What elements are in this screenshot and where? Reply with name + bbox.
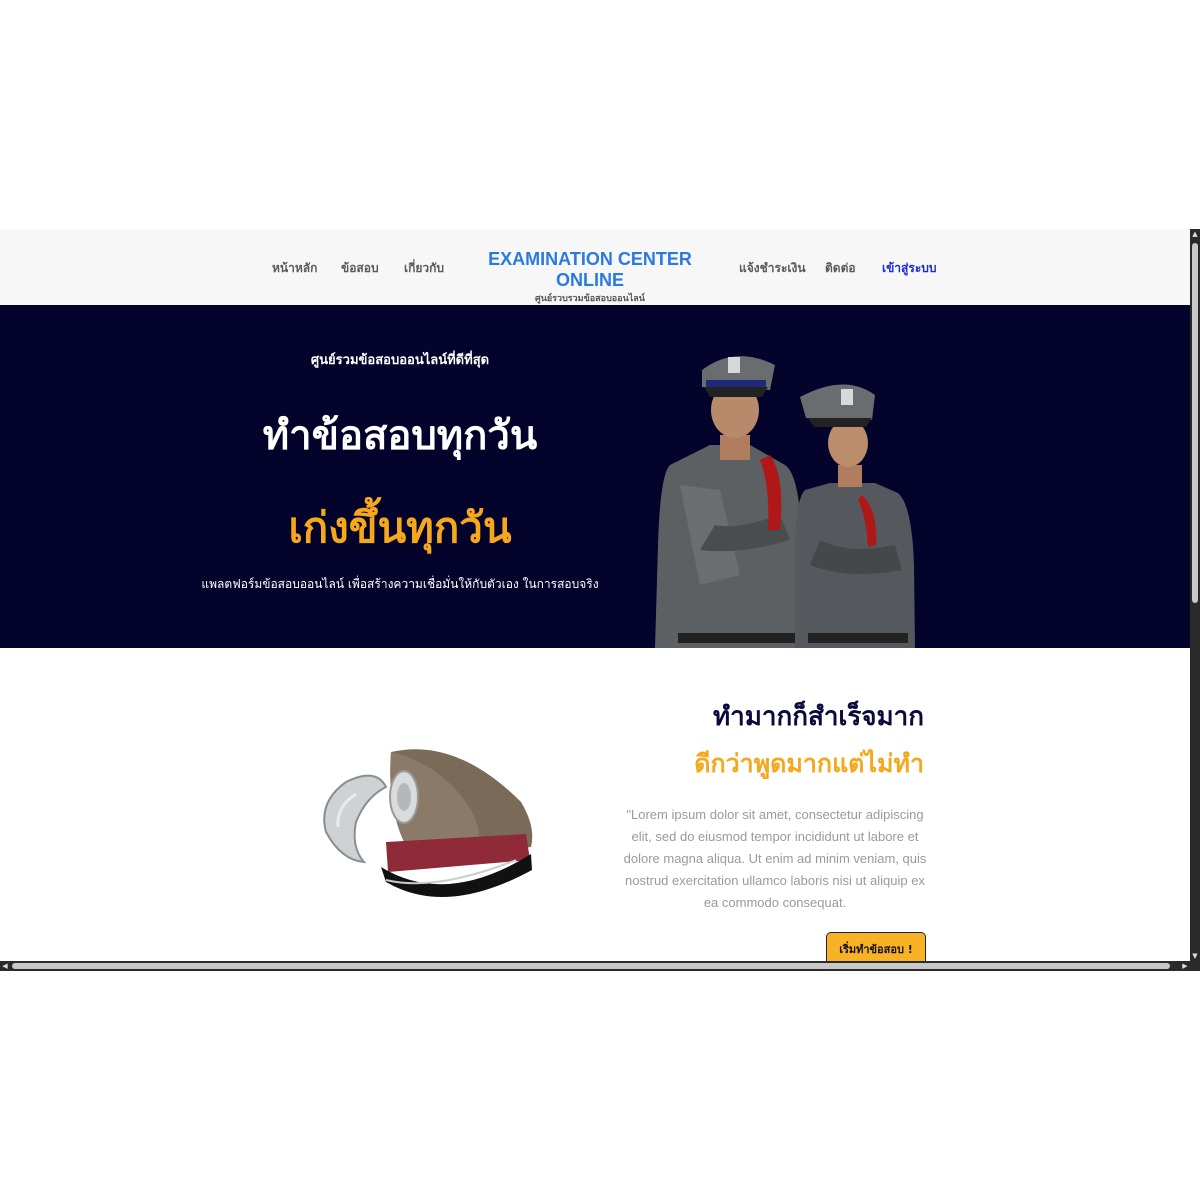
scroll-left-arrow-icon[interactable]: ◀: [0, 961, 10, 971]
nav-about[interactable]: เกี่ยวกับ: [404, 259, 444, 278]
scroll-right-arrow-icon[interactable]: ▶: [1180, 961, 1190, 971]
police-cap-image: [323, 749, 533, 897]
vertical-scrollbar[interactable]: ▲ ▼: [1190, 229, 1200, 971]
scrollbar-corner: [1190, 961, 1200, 971]
feature-body-text: "Lorem ipsum dolor sit amet, consectetur…: [623, 807, 927, 910]
top-navbar: หน้าหลัก ข้อสอบ เกี่ยวกับ EXAMINATION CE…: [0, 229, 1190, 305]
brand-title: EXAMINATION CENTER ONLINE: [488, 249, 692, 290]
hero-description: แพลตฟอร์มข้อสอบออนไลน์ เพื่อสร้างความเชื…: [201, 577, 599, 591]
vertical-scroll-thumb[interactable]: [1192, 243, 1198, 603]
browser-viewport: หน้าหลัก ข้อสอบ เกี่ยวกับ EXAMINATION CE…: [0, 229, 1200, 971]
horizontal-scrollbar[interactable]: ◀ ▶: [0, 961, 1190, 971]
nav-login[interactable]: เข้าสู่ระบบ: [882, 259, 937, 278]
nav-exams[interactable]: ข้อสอบ: [341, 259, 379, 278]
male-officer-figure: [655, 356, 802, 648]
nav-payment[interactable]: แจ้งชำระเงิน: [739, 259, 806, 278]
hero-title: ทำข้อสอบทุกวัน: [262, 413, 538, 459]
scroll-down-arrow-icon[interactable]: ▼: [1190, 951, 1200, 961]
hero-subtitle: เก่งขึ้นทุกวัน: [288, 503, 512, 552]
scroll-up-arrow-icon[interactable]: ▲: [1190, 229, 1200, 239]
hero-banner: ศูนย์รวมข้อสอบออนไลน์ที่ดีที่สุด ทำข้อสอ…: [0, 305, 1190, 648]
brand-subtitle: ศูนย์รวบรวมข้อสอบออนไลน์: [535, 294, 645, 304]
feature-section: ทำมากก็สำเร็จมาก ดีกว่าพูดมากแต่ไม่ทำ "L…: [0, 648, 1190, 968]
site-brand[interactable]: EXAMINATION CENTER ONLINE ศูนย์รวบรวมข้อ…: [472, 249, 708, 305]
horizontal-scroll-thumb[interactable]: [12, 963, 1170, 969]
nav-contact[interactable]: ติดต่อ: [825, 259, 856, 278]
female-officer-figure: [795, 384, 915, 648]
feature-subtitle: ดีกว่าพูดมากแต่ไม่ทำ: [694, 749, 924, 778]
feature-title: ทำมากก็สำเร็จมาก: [713, 702, 924, 732]
hero-kicker: ศูนย์รวมข้อสอบออนไลน์ที่ดีที่สุด: [310, 353, 490, 368]
nav-home[interactable]: หน้าหลัก: [272, 259, 317, 278]
police-officers-image: [655, 356, 915, 648]
